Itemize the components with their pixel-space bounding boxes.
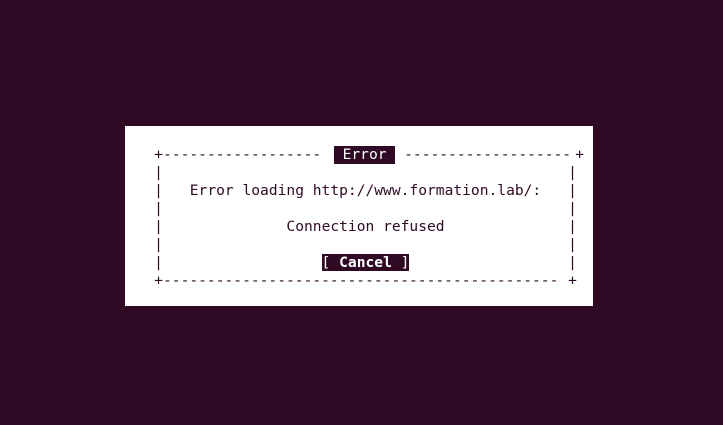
error-dialog: + ------------------ Error -------------… — [154, 146, 584, 290]
dialog-bottom-border: + --------------------------------------… — [154, 272, 577, 289]
dialog-blank-row: | | — [154, 164, 577, 181]
dialog-title: Error — [333, 146, 396, 164]
error-reason: Connection refused — [286, 218, 445, 235]
error-message: Error loading http://www.formation.lab/: — [189, 182, 542, 199]
dialog-top-border: + ------------------ Error -------------… — [154, 146, 585, 164]
dialog-panel: + ------------------ Error -------------… — [125, 126, 593, 306]
dialog-blank-row: | | — [154, 236, 577, 253]
cancel-button[interactable]: [ Cancel ] — [321, 254, 410, 271]
dialog-button-row: |[ Cancel ] | — [154, 254, 577, 271]
dialog-message-row: | Error loading http://www.formation.lab/… — [154, 182, 577, 199]
dialog-reason-row: | Connection refused | — [154, 218, 577, 235]
dialog-blank-row: | | — [154, 200, 577, 217]
